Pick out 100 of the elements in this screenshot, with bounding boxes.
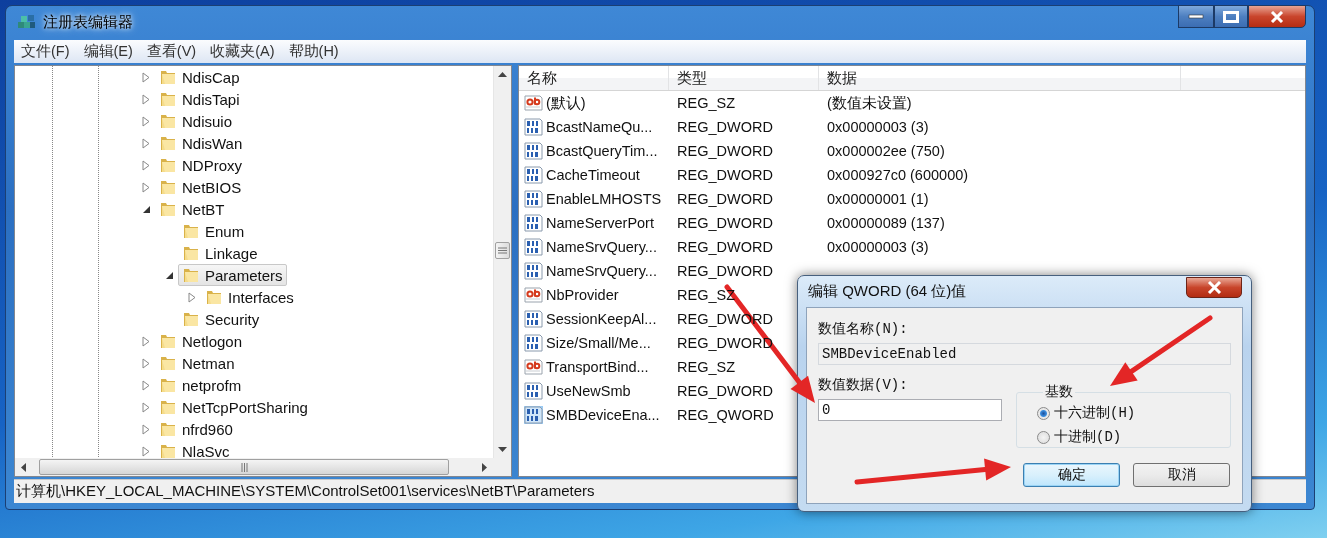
tree-item[interactable]: NdisCap (155, 66, 244, 89)
tree-item[interactable]: Interfaces (201, 286, 298, 309)
binary-value-icon (524, 382, 543, 401)
value-type: REG_DWORD (677, 143, 773, 160)
expand-arrow-icon[interactable] (140, 137, 152, 150)
tree-item[interactable]: Ndisuio (155, 110, 237, 133)
dialog-close-button[interactable] (1186, 277, 1242, 298)
expand-arrow-icon[interactable] (140, 93, 152, 106)
tree-item[interactable]: NDProxy (155, 154, 246, 177)
field-label: 数值数据(V): (818, 376, 909, 394)
value-name[interactable]: Size/Small/Me... (546, 335, 651, 352)
tree-item[interactable]: Security (178, 308, 264, 331)
value-name[interactable]: EnableLMHOSTS (546, 191, 662, 208)
expand-arrow-icon[interactable] (140, 357, 152, 370)
folder-icon (159, 332, 177, 351)
binary-value-icon (524, 406, 543, 425)
expand-arrow-icon[interactable] (140, 423, 152, 436)
dialog-button[interactable]: 确定 (1023, 463, 1120, 487)
horizontal-scrollbar[interactable] (15, 458, 511, 477)
column-header[interactable]: 名称 (519, 66, 669, 91)
minimize-button[interactable] (1178, 5, 1214, 28)
value-name[interactable]: CacheTimeout (546, 167, 640, 184)
tree-item[interactable]: NdisWan (155, 132, 247, 155)
value-name-field[interactable]: SMBDeviceEnabled (818, 343, 1231, 365)
tree-item[interactable]: Netlogon (155, 330, 247, 353)
folder-icon (182, 222, 200, 241)
maximize-button[interactable] (1214, 5, 1248, 28)
tree-item[interactable]: Linkage (178, 242, 262, 265)
expand-arrow-icon[interactable] (140, 181, 152, 194)
expand-arrow-icon[interactable] (140, 159, 152, 172)
maximize-icon (1223, 10, 1239, 23)
tree-item[interactable]: netprofm (155, 374, 246, 397)
value-name[interactable]: NbProvider (546, 287, 619, 304)
radio-button[interactable] (1037, 406, 1050, 420)
vertical-scrollbar[interactable] (493, 66, 511, 459)
tree-item[interactable]: NetBT (155, 198, 229, 221)
menu-item[interactable]: 帮助(H) (281, 41, 346, 61)
column-header[interactable]: 类型 (669, 66, 819, 91)
value-name[interactable]: SMBDeviceEna... (546, 407, 660, 424)
scrollbar-thumb[interactable] (39, 459, 449, 476)
folder-icon (182, 266, 200, 285)
expand-arrow-icon[interactable] (140, 335, 152, 348)
value-name[interactable]: TransportBind... (546, 359, 649, 376)
string-value-icon (524, 358, 543, 377)
close-icon (1206, 281, 1222, 294)
expand-arrow-icon[interactable] (186, 291, 198, 304)
binary-value-icon (524, 310, 543, 329)
binary-value-icon (524, 190, 543, 209)
menu-item[interactable]: 编辑(E) (76, 41, 140, 61)
close-button[interactable] (1248, 5, 1306, 28)
tree-item[interactable]: Parameters (178, 264, 287, 287)
expand-arrow-icon[interactable] (140, 115, 152, 128)
value-name[interactable]: (默认) (546, 93, 586, 113)
field-label: 数值名称(N): (818, 320, 909, 338)
tree-item[interactable]: NetTcpPortSharing (155, 396, 312, 419)
tree-item[interactable]: Netman (155, 352, 239, 375)
value-name[interactable]: UseNewSmb (546, 383, 631, 400)
scrollbar-thumb[interactable] (495, 242, 510, 260)
value-data: 0x00000001 (1) (826, 191, 929, 208)
value-name[interactable]: NameSrvQuery... (546, 239, 657, 256)
dialog-button[interactable]: 取消 (1133, 463, 1230, 487)
menu-item[interactable]: 文件(F) (14, 41, 77, 61)
expand-arrow-icon[interactable] (140, 401, 152, 414)
tree-item[interactable]: NlaSvc (155, 440, 234, 459)
dialog-title: 编辑 QWORD (64 位)值 (808, 282, 967, 301)
string-value-icon (524, 286, 543, 305)
tree-item[interactable]: nfrd960 (155, 418, 237, 441)
value-name[interactable]: NameServerPort (546, 215, 654, 232)
value-name[interactable]: NameSrvQuery... (546, 263, 657, 280)
binary-value-icon (524, 118, 543, 137)
expand-arrow-icon[interactable] (140, 71, 152, 84)
string-value-icon (524, 94, 543, 113)
menu-item[interactable]: 查看(V) (139, 41, 204, 61)
binary-value-icon (524, 214, 543, 233)
menu-item[interactable]: 收藏夹(A) (203, 41, 282, 61)
binary-value-icon (524, 166, 543, 185)
expand-arrow-icon[interactable] (140, 379, 152, 392)
radio-label[interactable]: 十进制(D) (1054, 428, 1122, 446)
value-name[interactable]: SessionKeepAl... (546, 311, 657, 328)
folder-icon (159, 68, 177, 87)
value-type: REG_DWORD (677, 119, 773, 136)
tree-item[interactable]: Enum (178, 220, 249, 243)
folder-icon (182, 310, 200, 329)
binary-value-icon (524, 334, 543, 353)
radio-button[interactable] (1037, 430, 1050, 444)
expand-arrow-icon[interactable] (140, 445, 152, 458)
window-title: 注册表编辑器 (43, 12, 133, 32)
value-type: REG_SZ (677, 359, 735, 376)
folder-icon (159, 90, 177, 109)
value-data-field[interactable]: 0 (818, 399, 1002, 421)
tree-item[interactable]: NdisTapi (155, 88, 244, 111)
value-name[interactable]: BcastNameQu... (546, 119, 653, 136)
value-name[interactable]: BcastQueryTim... (546, 143, 658, 160)
value-data: 0x000927c0 (600000) (826, 167, 969, 184)
folder-icon (159, 420, 177, 439)
value-data: 0x00000089 (137) (826, 215, 945, 232)
folder-icon (159, 178, 177, 197)
tree-item[interactable]: NetBIOS (155, 176, 246, 199)
column-header[interactable]: 数据 (819, 66, 1181, 91)
radio-label[interactable]: 十六进制(H) (1054, 404, 1136, 422)
